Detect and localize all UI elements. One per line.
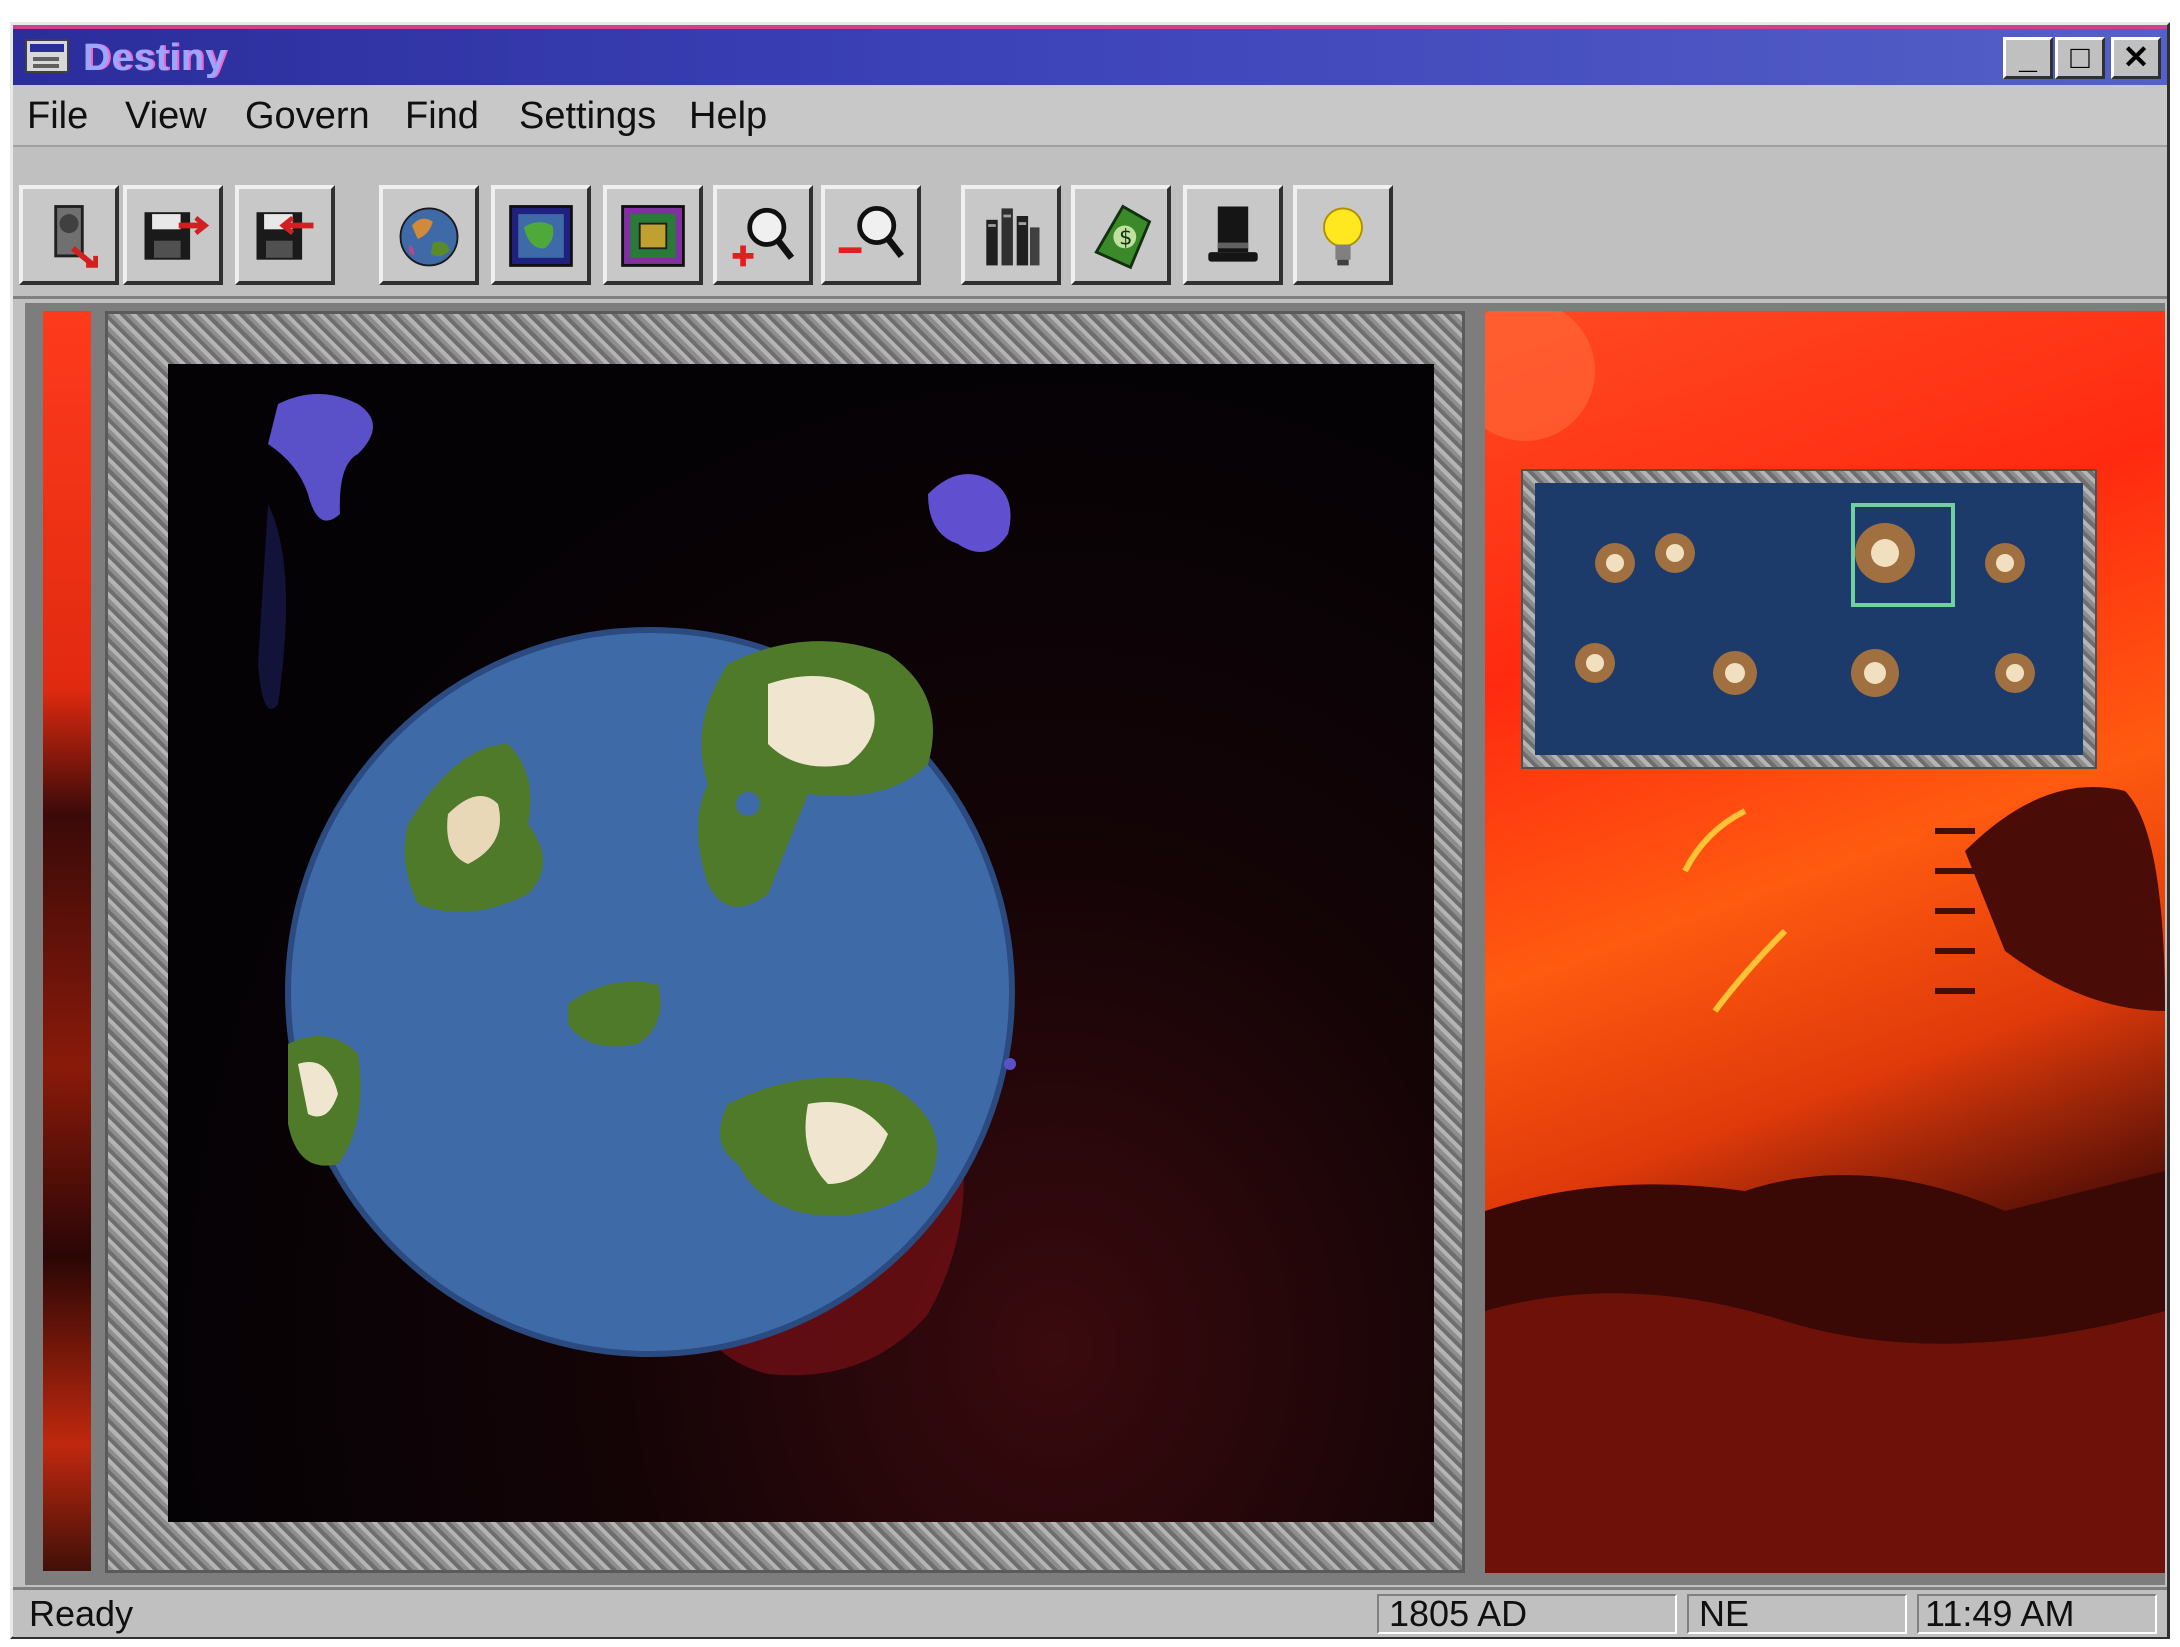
app-window: Destiny _ □ ✕ File View Govern Find Sett… [10,22,2170,1639]
cities-icon [986,208,1040,266]
minimap[interactable] [1535,483,2083,755]
main-view [25,303,2165,1585]
status-direction: NE [1687,1594,1907,1634]
status-year: 1805 AD [1377,1594,1677,1634]
globe-view-button[interactable] [379,185,479,285]
menu-view[interactable]: View [125,95,207,138]
minimap-galaxy [1575,503,2035,697]
toolbar: $ [13,149,2167,299]
exit-game-button[interactable] [19,185,119,285]
load-game-button[interactable] [235,185,335,285]
globe-view-icon [399,207,459,267]
zoom-out-button[interactable] [821,185,921,285]
menu-help[interactable]: Help [689,95,767,138]
status-bar: Ready 1805 AD NE 11:49 AM [13,1587,2167,1637]
map-view-icon [509,205,573,267]
exit-game-icon [54,205,98,268]
menu-bar: File View Govern Find Settings Help [13,85,2167,147]
ideas-button[interactable] [1293,185,1393,285]
menu-find[interactable]: Find [405,95,479,138]
menu-settings[interactable]: Settings [519,95,656,138]
close-button[interactable]: ✕ [2111,37,2161,79]
distant-moon-left[interactable] [268,394,373,521]
zoom-in-icon [732,207,795,267]
government-icon [1208,206,1258,262]
finance-icon: $ [1094,204,1152,270]
status-message: Ready [29,1593,134,1634]
minimap-frame [1521,469,2097,769]
menu-file[interactable]: File [27,95,88,138]
region-view-icon [621,205,685,267]
minimize-button[interactable]: _ [2003,37,2053,79]
maximize-button[interactable]: □ [2055,37,2105,79]
zoom-out-icon [838,206,905,258]
mountains-north [768,676,875,767]
side-panel [1485,311,2165,1573]
load-icon [256,212,314,260]
space-viewport[interactable] [168,364,1434,1522]
window-title: Destiny [83,37,228,79]
planet-scene [258,394,1016,1376]
distant-moon-right[interactable] [928,474,1011,552]
finance-button[interactable]: $ [1071,185,1171,285]
map-view-button[interactable] [491,185,591,285]
ideas-icon [1323,207,1363,266]
government-button[interactable] [1183,185,1283,285]
save-game-button[interactable] [123,185,223,285]
svg-text:$: $ [1119,226,1132,250]
left-lava-strip [43,311,91,1571]
menu-govern[interactable]: Govern [245,95,370,138]
status-clock: 11:49 AM [1917,1594,2157,1634]
zoom-in-button[interactable] [713,185,813,285]
save-icon [144,212,210,260]
cities-button[interactable] [961,185,1061,285]
planet-view-frame [105,311,1465,1573]
region-view-button[interactable] [603,185,703,285]
tiny-satellite[interactable] [1004,1058,1016,1070]
app-icon[interactable] [25,39,69,73]
title-bar[interactable]: Destiny _ □ ✕ [13,25,2167,85]
inland-lake [736,792,760,816]
nebula-streak [258,504,286,709]
